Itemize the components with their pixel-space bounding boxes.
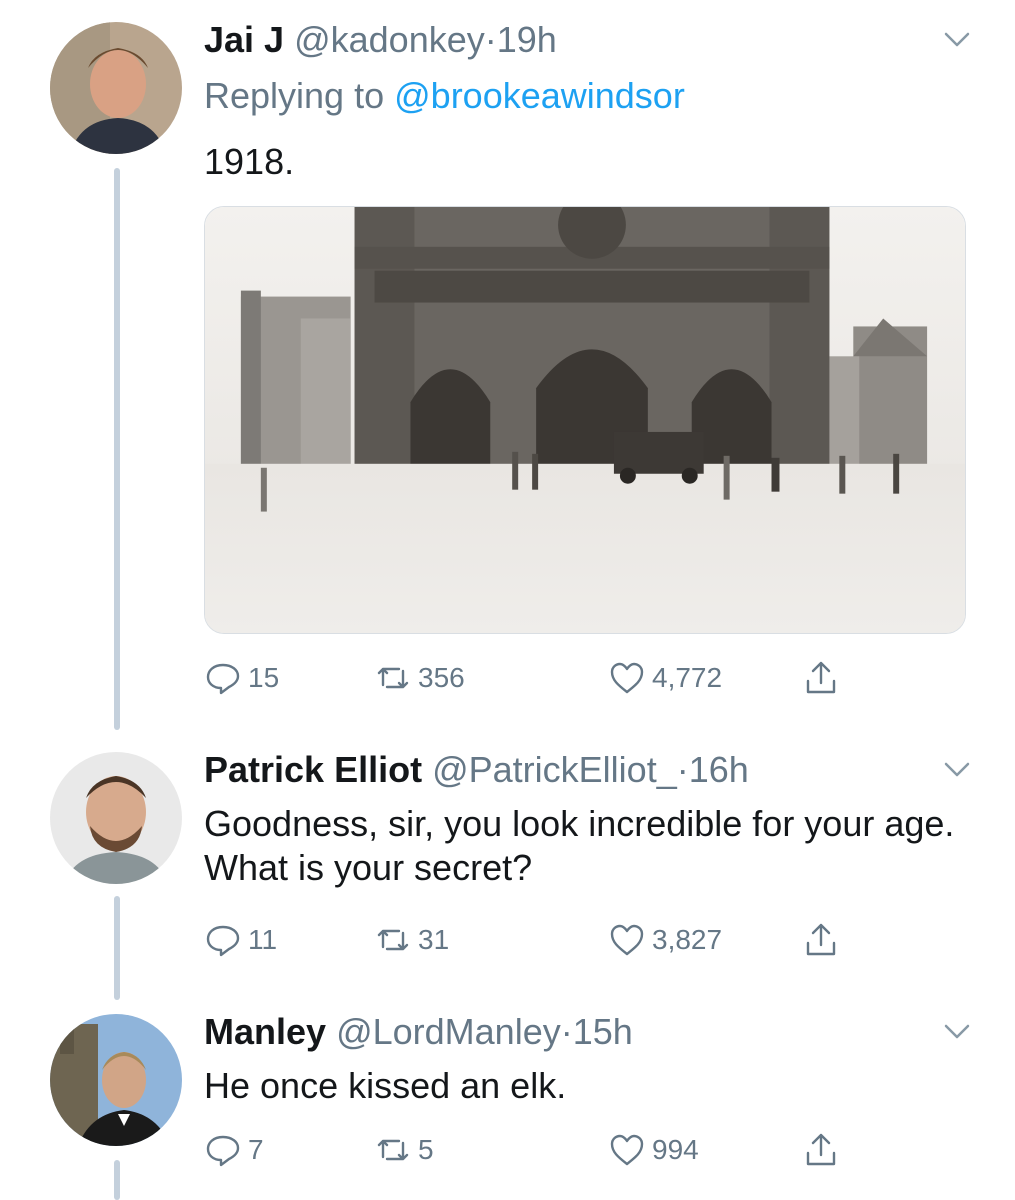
avatar-image [50,22,182,154]
timestamp[interactable]: 15h [573,1011,633,1052]
separator: · [484,19,497,60]
thread-line [114,896,120,1000]
cathedral-photo [205,207,965,633]
replying-handle[interactable]: @brookeawindsor [394,75,685,116]
share-icon [806,1133,836,1166]
share-button[interactable] [802,1128,840,1172]
retweet-icon [377,1139,409,1161]
reply-count: 7 [248,1134,264,1165]
retweet-count: 5 [418,1134,434,1165]
thread-line [114,1160,120,1200]
chevron-down-icon[interactable] [940,752,974,786]
like-count: 3,827 [652,924,723,955]
retweet-count: 31 [418,924,450,955]
reply-icon [206,925,240,957]
like-button[interactable]: 4,772 [608,656,722,700]
tweet-actions: 7 5 994 [204,1128,864,1172]
retweet-icon [377,667,409,689]
avatar[interactable] [50,752,182,884]
share-icon [806,923,836,956]
tweet-text: 1918. [204,141,295,182]
retweet-icon [377,929,409,951]
user-handle[interactable]: @PatrickElliot_ [432,749,677,790]
tweet-actions: 11 31 3,827 [204,918,864,962]
reply-icon [206,663,240,695]
separator: · [560,1011,573,1052]
timestamp[interactable]: 16h [689,749,749,790]
retweet-button[interactable]: 5 [374,1128,434,1172]
tweet-header: Jai J @kadonkey·19h [204,18,557,62]
replying-label: Replying to [204,75,385,116]
like-button[interactable]: 3,827 [608,918,722,962]
separator: · [676,749,689,790]
heart-icon [610,924,644,956]
reply-count: 15 [248,662,280,693]
tweet-text: He once kissed an elk. [204,1065,567,1106]
display-name[interactable]: Manley [204,1011,326,1052]
display-name[interactable]: Jai J [204,19,284,60]
heart-icon [610,662,644,694]
chevron-down-icon[interactable] [940,1014,974,1048]
user-handle[interactable]: @LordManley [336,1011,561,1052]
display-name[interactable]: Patrick Elliot [204,749,422,790]
heart-icon [610,1134,644,1166]
retweet-count: 356 [418,662,465,693]
avatar-image [50,752,182,884]
like-count: 4,772 [652,662,723,693]
avatar-image [50,1014,182,1146]
replying-to: Replying to @brookeawindsor [204,74,685,118]
reply-button[interactable]: 7 [204,1128,264,1172]
like-button[interactable]: 994 [608,1128,699,1172]
timestamp[interactable]: 19h [497,19,557,60]
share-icon [806,661,836,694]
reply-count: 11 [248,924,278,955]
tweet-header: Patrick Elliot @PatrickElliot_·16h [204,748,749,792]
like-count: 994 [652,1134,699,1165]
retweet-button[interactable]: 31 [374,918,449,962]
chevron-down-icon[interactable] [940,22,974,56]
thread-line [114,168,120,730]
tweet-photo[interactable] [204,206,966,634]
reply-button[interactable]: 11 [204,918,277,962]
tweet-actions: 15 356 4,772 [204,656,864,700]
tweet-text: Goodness, sir, you look incredible for y… [204,803,955,888]
avatar[interactable] [50,1014,182,1146]
share-button[interactable] [802,656,840,700]
reply-icon [206,1135,240,1167]
retweet-button[interactable]: 356 [374,656,465,700]
reply-button[interactable]: 15 [204,656,279,700]
avatar[interactable] [50,22,182,154]
user-handle[interactable]: @kadonkey [294,19,485,60]
tweet-header: Manley @LordManley·15h [204,1010,633,1054]
share-button[interactable] [802,918,840,962]
